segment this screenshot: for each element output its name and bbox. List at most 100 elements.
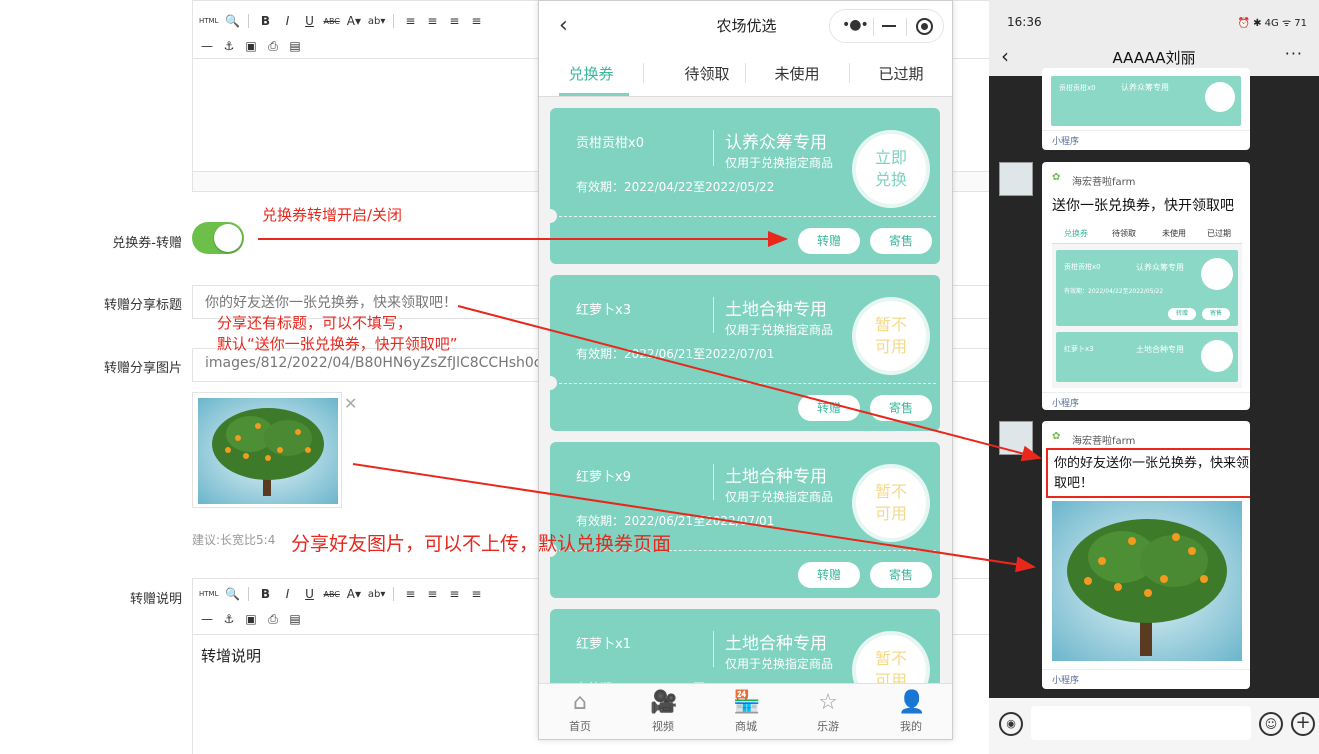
mini-program-card[interactable]: ✿ 海宏菩啦farm 送你一张兑换券，快开领取吧 兑换券 待领取 未使用 已过期…	[1042, 162, 1250, 410]
tab-unused[interactable]: 未使用	[747, 63, 847, 84]
align-left-icon[interactable]: ≡	[402, 13, 418, 29]
nav-mine[interactable]: 👤 我的	[881, 690, 941, 734]
align-left-icon[interactable]: ≡	[402, 586, 418, 602]
anchor-icon[interactable]: ⚓	[221, 38, 237, 54]
gift-button[interactable]: 转赠	[798, 228, 860, 254]
highlight-icon[interactable]: ab▾	[368, 13, 386, 29]
align-justify-icon[interactable]: ≡	[468, 586, 484, 602]
badge-line-2: 可用	[874, 504, 907, 523]
active-tab-indicator	[559, 93, 629, 96]
align-right-icon[interactable]: ≡	[446, 13, 462, 29]
paste-icon[interactable]: ▤	[287, 38, 303, 54]
highlight-icon[interactable]: ab▾	[368, 586, 386, 602]
font-color-icon[interactable]: A▾	[346, 586, 362, 602]
strikethrough-icon[interactable]: ABC	[323, 586, 339, 602]
nav-travel[interactable]: ☆ 乐游	[798, 690, 858, 734]
coupon-divider	[713, 464, 714, 500]
coupon-name: 红萝卜x3	[576, 303, 631, 318]
coupon-subtitle: 仅用于兑换指定商品	[725, 323, 834, 337]
emoji-icon[interactable]: ☺	[1259, 712, 1283, 736]
consign-button[interactable]: 寄售	[870, 395, 932, 421]
coupon-status-badge[interactable]: 暂不 可用	[852, 297, 930, 375]
strikethrough-icon[interactable]: ABC	[323, 13, 339, 29]
sender-avatar[interactable]	[999, 421, 1033, 455]
gift-button[interactable]: 转赠	[798, 562, 860, 588]
italic-icon[interactable]: I	[279, 13, 295, 29]
align-justify-icon[interactable]: ≡	[468, 13, 484, 29]
print-icon[interactable]: ⎙	[265, 38, 281, 54]
mini-program-card[interactable]: ✿ 海宏菩啦farm 你的好友送你一张兑换券，快来领取吧！ 小程序	[1042, 421, 1250, 689]
nav-video[interactable]: 🎥 视频	[633, 690, 693, 734]
coupon-divider	[713, 297, 714, 333]
toolbar-row-1: HTML 🔍 B I U ABC A▾ ab▾ ≡ ≡ ≡ ≡	[199, 583, 484, 605]
horizontal-rule-icon[interactable]: —	[199, 611, 215, 627]
print-icon[interactable]: ⎙	[265, 611, 281, 627]
toolbar-divider	[248, 14, 250, 28]
message-input[interactable]	[1031, 706, 1251, 740]
toggle-knob	[214, 224, 242, 252]
coupon-notch	[550, 376, 557, 390]
plus-icon[interactable]: +	[1291, 712, 1315, 736]
mini-program-tag: 小程序	[1052, 676, 1080, 686]
italic-icon[interactable]: I	[279, 586, 295, 602]
close-target-icon[interactable]	[916, 18, 933, 35]
voice-icon[interactable]: ◉	[999, 712, 1023, 736]
tab-expired[interactable]: 已过期	[851, 63, 951, 84]
image-icon[interactable]: ▣	[243, 38, 259, 54]
align-right-icon[interactable]: ≡	[446, 586, 462, 602]
capsule-divider	[873, 18, 874, 36]
mini-coupon-title: 土地合种专用	[1136, 345, 1184, 354]
nav-mall[interactable]: 🏪 商城	[716, 690, 776, 734]
coupon-card[interactable]: 红萝卜x9 土地合种专用 仅用于兑换指定商品 有效期：2022/06/21至2022/…	[550, 442, 940, 598]
consign-button[interactable]: 寄售	[870, 228, 932, 254]
image-icon[interactable]: ▣	[243, 611, 259, 627]
bold-icon[interactable]: B	[257, 586, 273, 602]
coupon-card[interactable]: 红萝卜x3 土地合种专用 仅用于兑换指定商品 有效期：2022/06/21至2022/…	[550, 275, 940, 431]
align-center-icon[interactable]: ≡	[424, 586, 440, 602]
ratio-hint: 建议:长宽比5:4	[192, 533, 276, 547]
html-source-icon[interactable]: HTML	[199, 13, 218, 29]
font-color-icon[interactable]: A▾	[346, 13, 362, 29]
sender-avatar[interactable]	[999, 162, 1033, 196]
search-replace-icon[interactable]: 🔍	[224, 13, 240, 29]
align-center-icon[interactable]: ≡	[424, 13, 440, 29]
coupon-status-badge[interactable]: 立即 兑换	[852, 130, 930, 208]
chat-input-bar: ◉ ☺ +	[989, 698, 1319, 754]
paste-icon[interactable]: ▤	[287, 611, 303, 627]
nav-label: 乐游	[817, 720, 839, 733]
sender-name: 海宏菩啦farm	[1072, 436, 1136, 447]
bold-icon[interactable]: B	[257, 13, 273, 29]
farm-logo-icon: ✿	[1052, 172, 1061, 183]
minimize-icon[interactable]	[882, 25, 896, 27]
mini-coupon-thumb: 贡柑贡柑x0 认养众筹专用	[1051, 76, 1241, 126]
gift-toggle-switch[interactable]	[192, 222, 244, 254]
more-dots-icon[interactable]: ···	[1285, 44, 1303, 63]
search-replace-icon[interactable]: 🔍	[224, 586, 240, 602]
tab-exchange-coupon[interactable]: 兑换券	[541, 63, 641, 84]
consign-button[interactable]: 寄售	[870, 562, 932, 588]
card-divider	[1042, 392, 1250, 393]
nav-home[interactable]: ⌂ 首页	[550, 690, 610, 734]
anchor-icon[interactable]: ⚓	[221, 611, 237, 627]
store-icon: 🏪	[733, 690, 761, 715]
coupon-validity: 有效期：2022/06/21至2022/07/01	[576, 347, 775, 361]
coupon-status-badge[interactable]: 暂不 可用	[852, 464, 930, 542]
remove-image-icon[interactable]: ✕	[344, 394, 357, 413]
html-source-icon[interactable]: HTML	[199, 586, 218, 602]
mini-tab: 待领取	[1112, 229, 1136, 238]
more-dots-icon[interactable]: •●•	[842, 17, 869, 33]
horizontal-rule-icon[interactable]: —	[199, 38, 215, 54]
share-message: 送你一张兑换券，快开领取吧	[1052, 198, 1234, 214]
coupon-subtitle: 仅用于兑换指定商品	[725, 657, 834, 671]
gift-button[interactable]: 转赠	[798, 395, 860, 421]
mini-tab: 未使用	[1162, 229, 1186, 238]
nav-label: 我的	[900, 720, 922, 733]
mini-program-card[interactable]: 贡柑贡柑x0 认养众筹专用 小程序	[1042, 68, 1250, 150]
coupon-page-screenshot: 兑换券 待领取 未使用 已过期 贡柑贡柑x0 认养众筹专用 有效期：2022/0…	[1052, 222, 1242, 388]
tab-pending[interactable]: 待领取	[657, 63, 757, 84]
badge-line-1: 暂不	[874, 482, 907, 501]
toolbar-divider	[248, 587, 250, 601]
coupon-card[interactable]: 贡柑贡柑x0 认养众筹专用 仅用于兑换指定商品 有效期：2022/04/22至2022…	[550, 108, 940, 264]
underline-icon[interactable]: U	[301, 586, 317, 602]
underline-icon[interactable]: U	[301, 13, 317, 29]
